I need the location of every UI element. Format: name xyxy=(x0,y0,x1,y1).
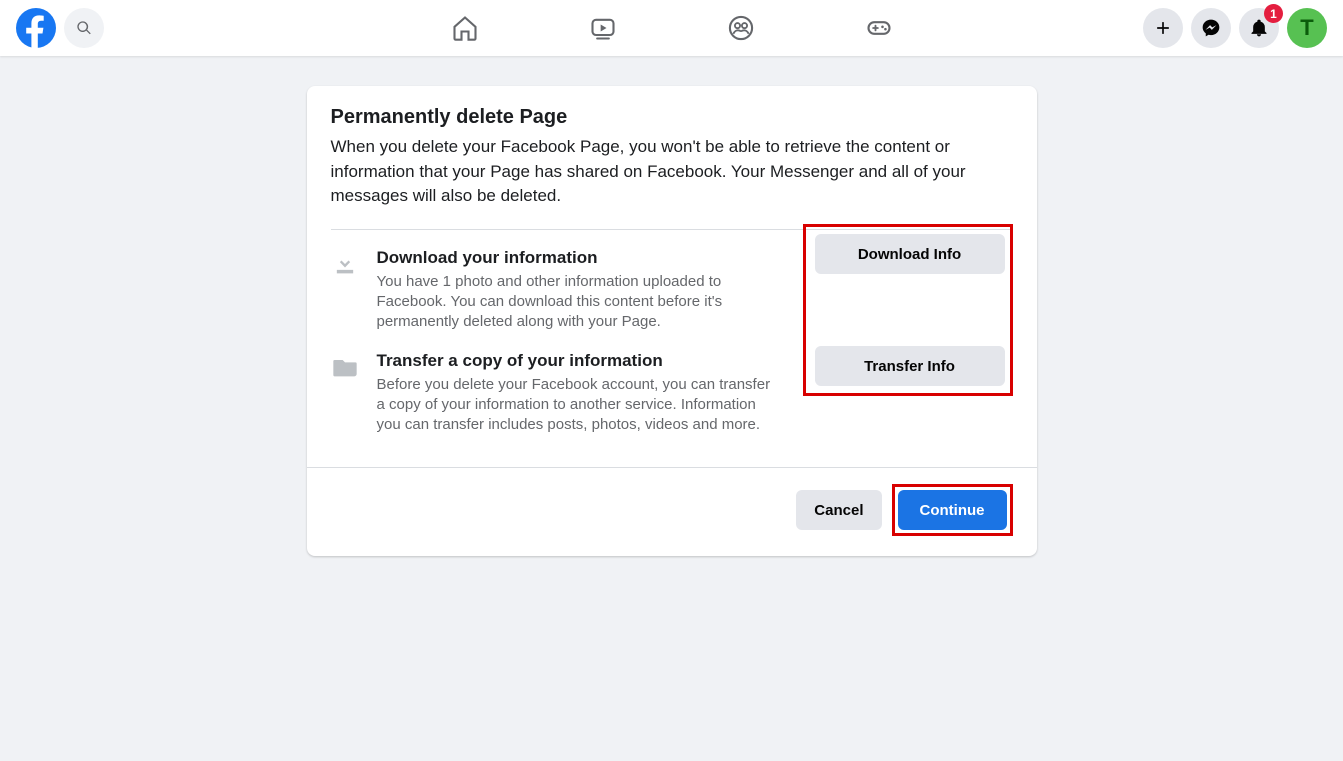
create-button[interactable] xyxy=(1143,8,1183,48)
nav-right: 1 T xyxy=(1143,8,1327,48)
cancel-button[interactable]: Cancel xyxy=(796,490,881,530)
transfer-info-button[interactable]: Transfer Info xyxy=(815,346,1005,386)
delete-page-card: Permanently delete Page When you delete … xyxy=(307,86,1037,556)
messenger-button[interactable] xyxy=(1191,8,1231,48)
dialog-description: When you delete your Facebook Page, you … xyxy=(331,135,1013,209)
continue-button[interactable]: Continue xyxy=(898,490,1007,530)
top-nav: 1 T xyxy=(0,0,1343,56)
continue-highlight: Continue xyxy=(892,484,1013,536)
home-icon[interactable] xyxy=(451,14,479,42)
messenger-icon xyxy=(1201,18,1221,38)
download-title: Download your information xyxy=(377,248,785,268)
download-icon xyxy=(331,250,359,278)
dialog-title: Permanently delete Page xyxy=(331,106,1013,129)
page-body: Permanently delete Page When you delete … xyxy=(0,0,1343,761)
download-info-button[interactable]: Download Info xyxy=(815,234,1005,274)
watch-icon[interactable] xyxy=(589,14,617,42)
transfer-title: Transfer a copy of your information xyxy=(377,351,785,371)
transfer-icon xyxy=(331,353,359,381)
nav-center-tabs xyxy=(451,14,893,42)
search-icon xyxy=(76,20,92,36)
action-buttons-highlight: Download Info Transfer Info xyxy=(803,224,1013,396)
download-body: You have 1 photo and other information u… xyxy=(377,272,777,333)
notification-badge: 1 xyxy=(1264,4,1283,23)
profile-avatar[interactable]: T xyxy=(1287,8,1327,48)
gaming-icon[interactable] xyxy=(865,14,893,42)
nav-left xyxy=(16,8,104,48)
avatar-initial: T xyxy=(1300,15,1313,41)
groups-icon[interactable] xyxy=(727,14,755,42)
dialog-footer: Cancel Continue xyxy=(307,467,1037,556)
notifications-button[interactable]: 1 xyxy=(1239,8,1279,48)
bell-icon xyxy=(1249,18,1269,38)
plus-icon xyxy=(1153,18,1173,38)
facebook-logo-icon[interactable] xyxy=(16,8,56,48)
search-button[interactable] xyxy=(64,8,104,48)
transfer-body: Before you delete your Facebook account,… xyxy=(377,375,777,436)
